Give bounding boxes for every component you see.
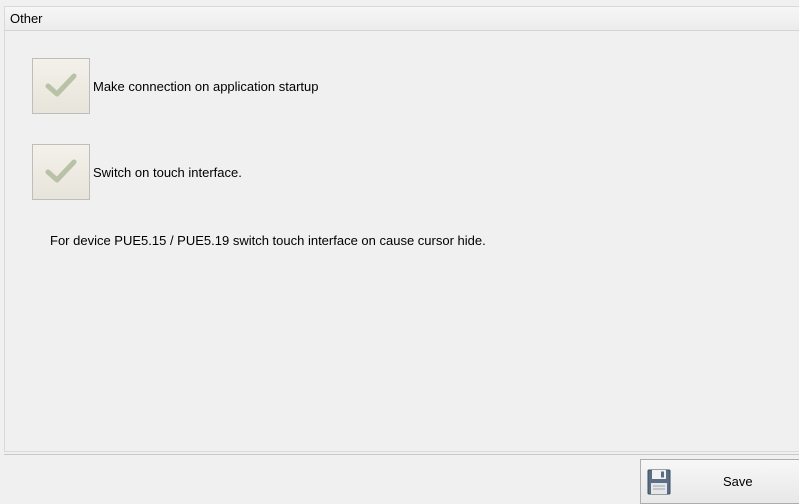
floppy-disk-icon: [645, 468, 673, 496]
touch-interface-note: For device PUE5.15 / PUE5.19 switch touc…: [50, 233, 486, 248]
touch-interface-label: Switch on touch interface.: [93, 164, 242, 180]
settings-window: Other Make connection on application sta…: [0, 0, 799, 504]
save-button-label: Save: [723, 474, 753, 489]
panel-title: Other: [5, 7, 799, 31]
other-settings-panel: Other Make connection on application sta…: [4, 6, 799, 452]
option-connect-on-startup: Make connection on application startup: [32, 58, 318, 114]
save-button[interactable]: Save: [640, 459, 799, 504]
connect-on-startup-toggle[interactable]: [32, 58, 90, 114]
touch-interface-toggle[interactable]: [32, 144, 90, 200]
checkmark-icon: [45, 158, 77, 187]
option-touch-interface: Switch on touch interface.: [32, 144, 242, 200]
checkmark-icon: [45, 72, 77, 101]
connect-on-startup-label: Make connection on application startup: [93, 78, 319, 94]
